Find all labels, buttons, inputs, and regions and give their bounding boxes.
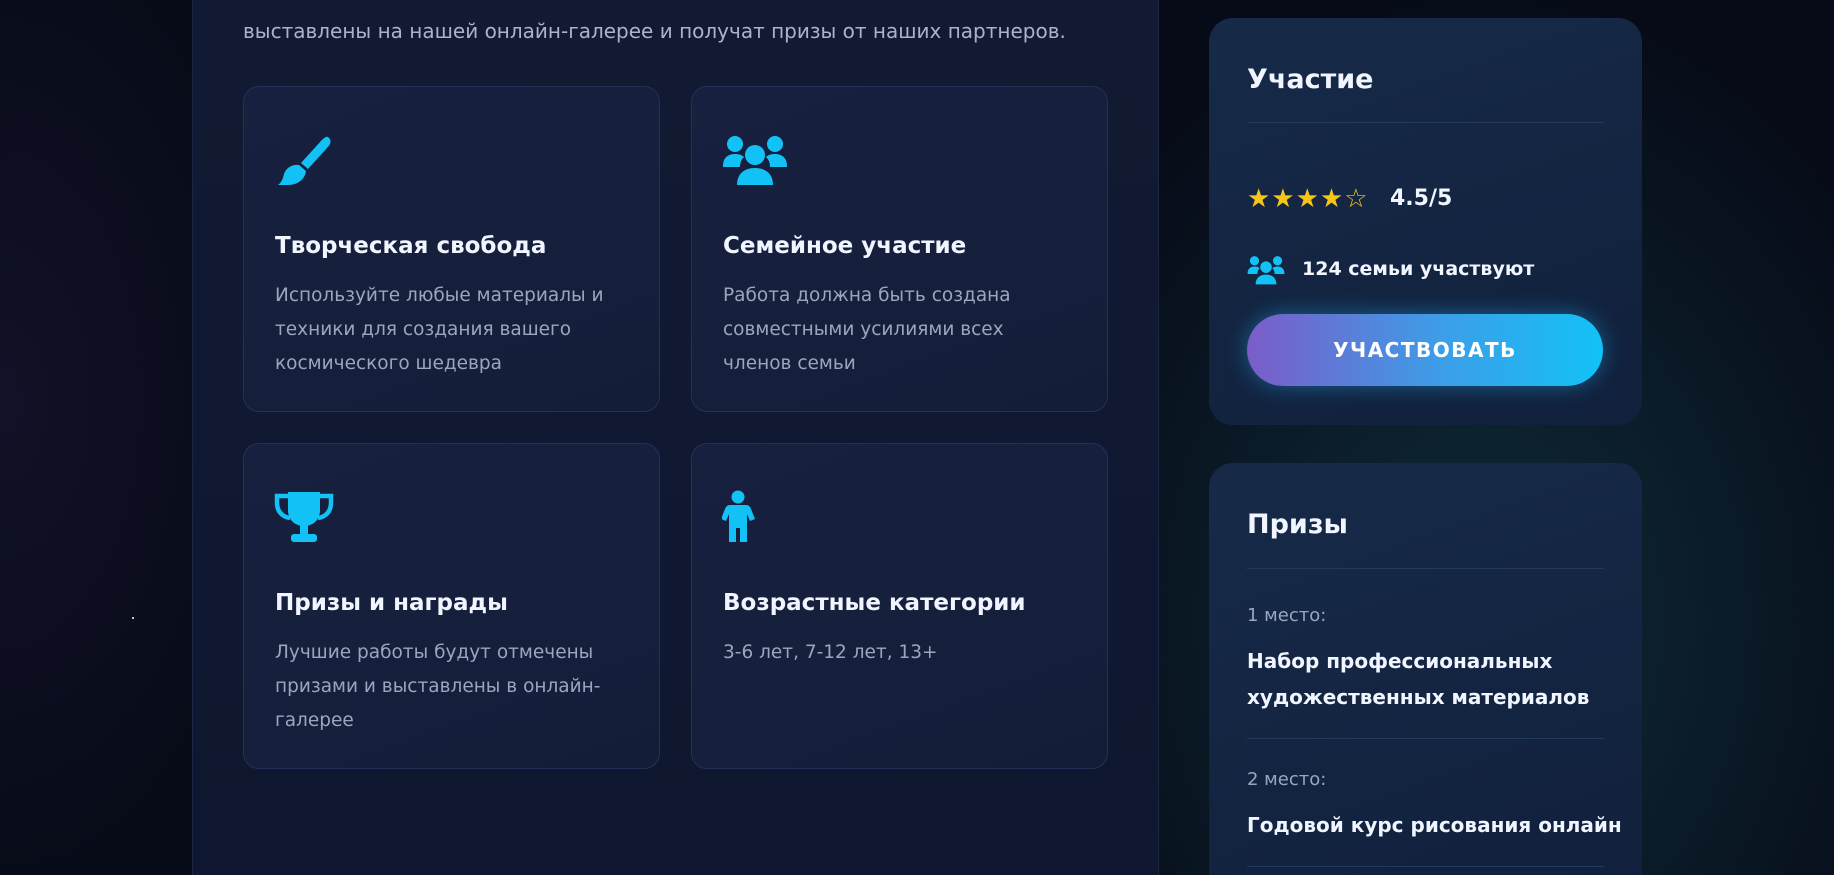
prize-description: Годовой курс рисования онлайн [1247,813,1622,837]
feature-description: Работа должна быть создана совместными у… [723,285,1011,374]
divider [1247,738,1604,739]
background-star [132,617,134,619]
feature-description: Используйте любые материалы и техники дл… [275,285,604,374]
divider [1247,122,1604,123]
prizes-card: Призы 1 место: Набор профессиональных ху… [1209,463,1642,875]
prize-place-label: 2 место: [1247,769,1327,790]
rating-stars: ★★★★☆ [1247,184,1369,214]
feature-card-family-participation: Семейное участие Работа должна быть созд… [691,86,1108,412]
feature-card-prizes: Призы и награды Лучшие работы будут отме… [243,443,660,769]
prize-description: Набор профессиональных художественных ма… [1247,649,1590,709]
child-icon [722,490,755,542]
feature-card-creative-freedom: Творческая свобода Используйте любые мат… [243,86,660,412]
divider [1247,866,1604,867]
feature-description: Лучшие работы будут отмечены призами и в… [275,642,601,731]
divider [1247,568,1604,569]
trophy-icon [274,492,334,542]
intro-text: выставлены на нашей онлайн-галерее и пол… [243,19,1066,43]
participate-button[interactable]: УЧАСТВОВАТЬ [1247,314,1603,386]
participation-title: Участие [1247,64,1374,95]
prizes-title: Призы [1247,509,1348,540]
prize-place-label: 1 место: [1247,605,1327,626]
feature-title: Призы и награды [275,590,508,616]
users-icon [1247,256,1285,285]
feature-description: 3-6 лет, 7-12 лет, 13+ [723,642,938,663]
feature-title: Возрастные категории [723,590,1026,616]
rating-value: 4.5/5 [1390,186,1453,211]
users-icon [723,136,787,185]
families-count: 124 семьи участвуют [1302,258,1535,280]
paintbrush-icon [278,136,331,185]
feature-title: Семейное участие [723,233,967,259]
feature-card-age-categories: Возрастные категории 3-6 лет, 7-12 лет, … [691,443,1108,769]
feature-title: Творческая свобода [275,233,547,259]
participation-card: Участие ★★★★☆ 4.5/5 124 семьи участвуют … [1209,18,1642,425]
